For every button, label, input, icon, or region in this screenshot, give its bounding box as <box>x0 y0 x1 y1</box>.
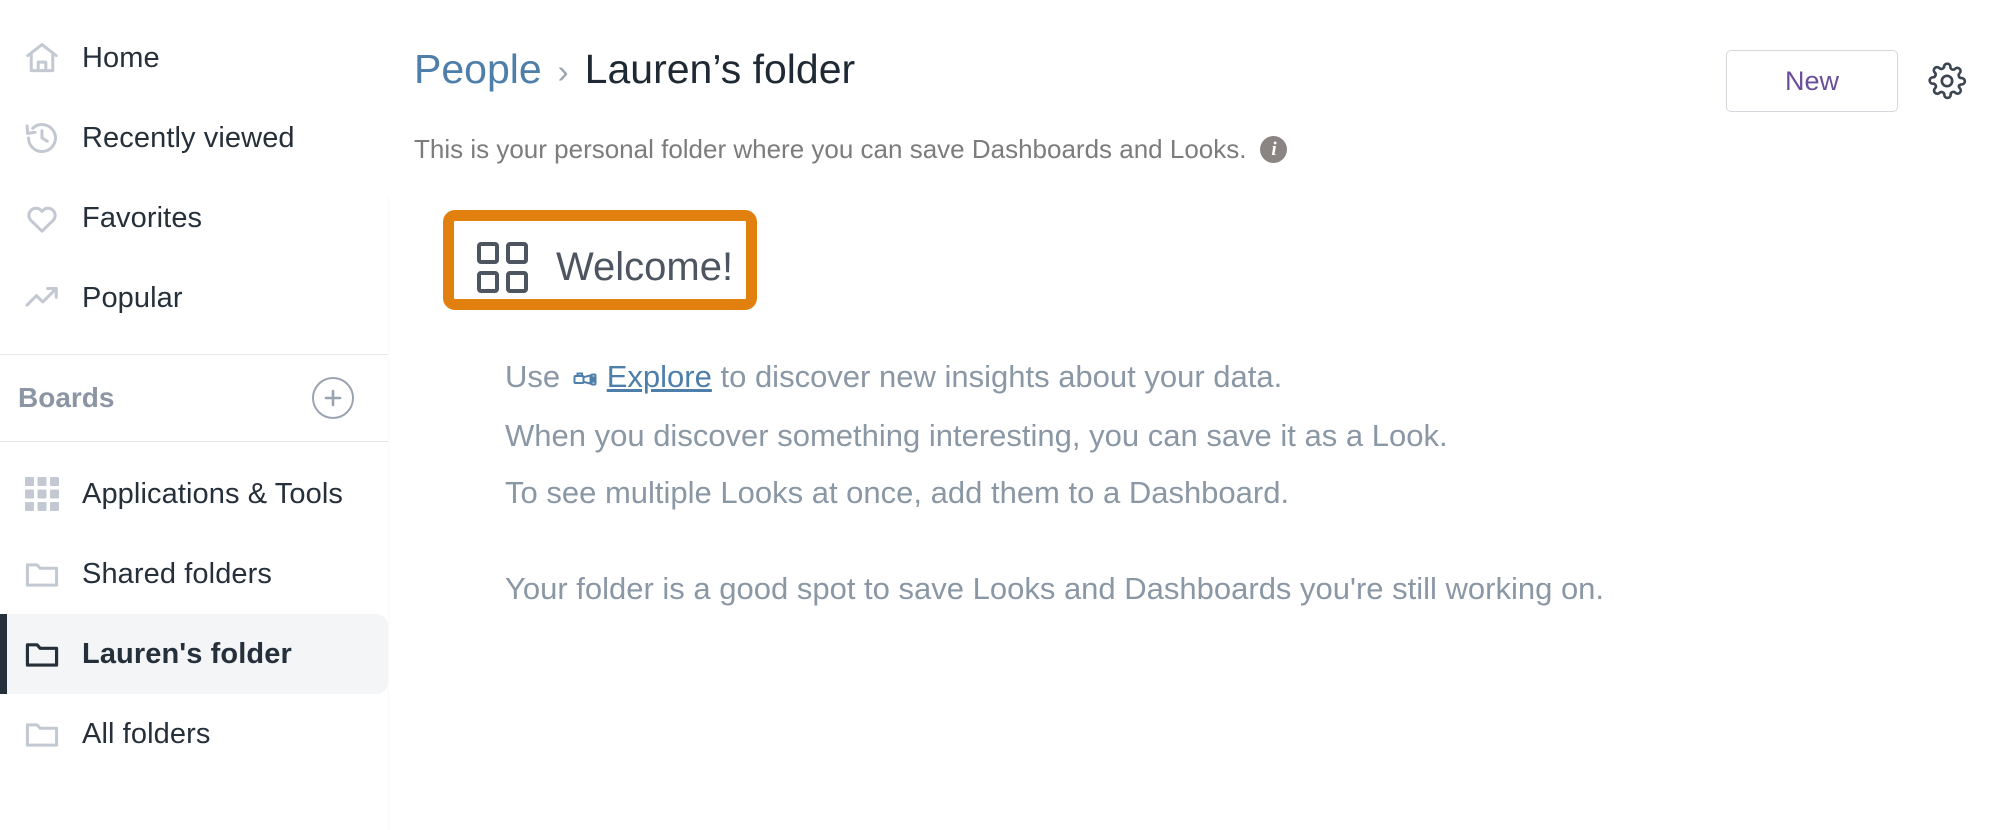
boards-section-header: Boards <box>0 355 388 441</box>
sidebar-item-home[interactable]: Home <box>0 18 388 98</box>
page-header: People › Lauren’s folder New <box>388 0 2000 112</box>
sidebar-item-recently-viewed[interactable]: Recently viewed <box>0 98 388 178</box>
help-line-1-suffix: to discover new insights about your data… <box>711 359 1283 394</box>
history-icon <box>16 119 68 157</box>
sidebar-item-all-folders[interactable]: All folders <box>0 694 388 774</box>
sidebar-item-label: Favorites <box>82 201 203 234</box>
main-content: People › Lauren’s folder New This is you… <box>388 0 2000 830</box>
gear-icon[interactable] <box>1924 58 1970 104</box>
sidebar-item-applications-tools[interactable]: Applications & Tools <box>0 454 388 534</box>
trending-up-icon <box>16 279 68 317</box>
dashboard-grid-icon <box>477 242 528 293</box>
header-actions: New <box>1726 46 1970 112</box>
folder-content-panel: Welcome! Use Explore to discover new ins… <box>388 196 2000 830</box>
folder-help-text: Use Explore to discover new insights abo… <box>505 349 2000 618</box>
sidebar-item-popular[interactable]: Popular <box>0 258 388 338</box>
sidebar-item-favorites[interactable]: Favorites <box>0 178 388 258</box>
sidebar-item-label: Lauren's folder <box>82 637 292 670</box>
breadcrumb: People › Lauren’s folder <box>414 46 855 93</box>
home-icon <box>16 39 68 77</box>
grid-apps-icon <box>16 476 68 512</box>
welcome-title: Welcome! <box>556 245 734 289</box>
page-title: Lauren’s folder <box>584 46 856 92</box>
sidebar-item-label: Applications & Tools <box>82 477 344 510</box>
sidebar: Home Recently viewed Favorites Popular B… <box>0 0 388 830</box>
sidebar-item-label: Popular <box>82 281 183 314</box>
help-line-4: Your folder is a good spot to save Looks… <box>505 571 1605 607</box>
help-line-1: Use Explore to discover new insights abo… <box>505 349 2000 408</box>
sidebar-item-laurens-folder[interactable]: Lauren's folder <box>0 614 388 694</box>
sidebar-item-label: All folders <box>82 717 211 750</box>
sidebar-divider-bottom <box>0 441 388 442</box>
sidebar-item-shared-folders[interactable]: Shared folders <box>0 534 388 614</box>
explore-telescope-icon <box>573 352 601 408</box>
folder-icon <box>16 715 68 753</box>
sidebar-item-label: Home <box>82 41 160 74</box>
sidebar-item-label: Shared folders <box>82 557 273 590</box>
help-line-2: When you discover something interesting,… <box>505 418 1448 454</box>
plus-circle-icon[interactable] <box>312 377 354 419</box>
page-subtitle-row: This is your personal folder where you c… <box>388 112 2000 165</box>
help-text-spacer <box>505 521 2000 561</box>
new-button[interactable]: New <box>1726 50 1898 112</box>
heart-icon <box>16 199 68 237</box>
help-line-1-prefix: Use <box>505 359 569 394</box>
breadcrumb-people-link[interactable]: People <box>414 46 542 93</box>
chevron-right-icon: › <box>557 53 569 90</box>
page-subtitle: This is your personal folder where you c… <box>414 134 1247 164</box>
explore-link[interactable]: Explore <box>607 359 712 394</box>
help-line-3: To see multiple Looks at once, add them … <box>505 474 1290 510</box>
folder-icon <box>16 635 68 673</box>
folder-icon <box>16 555 68 593</box>
app-root: Home Recently viewed Favorites Popular B… <box>0 0 2000 830</box>
welcome-tile[interactable]: Welcome! <box>443 210 757 310</box>
sidebar-item-label: Recently viewed <box>82 121 295 154</box>
info-icon[interactable]: i <box>1260 136 1288 163</box>
boards-section-title: Boards <box>18 382 115 413</box>
